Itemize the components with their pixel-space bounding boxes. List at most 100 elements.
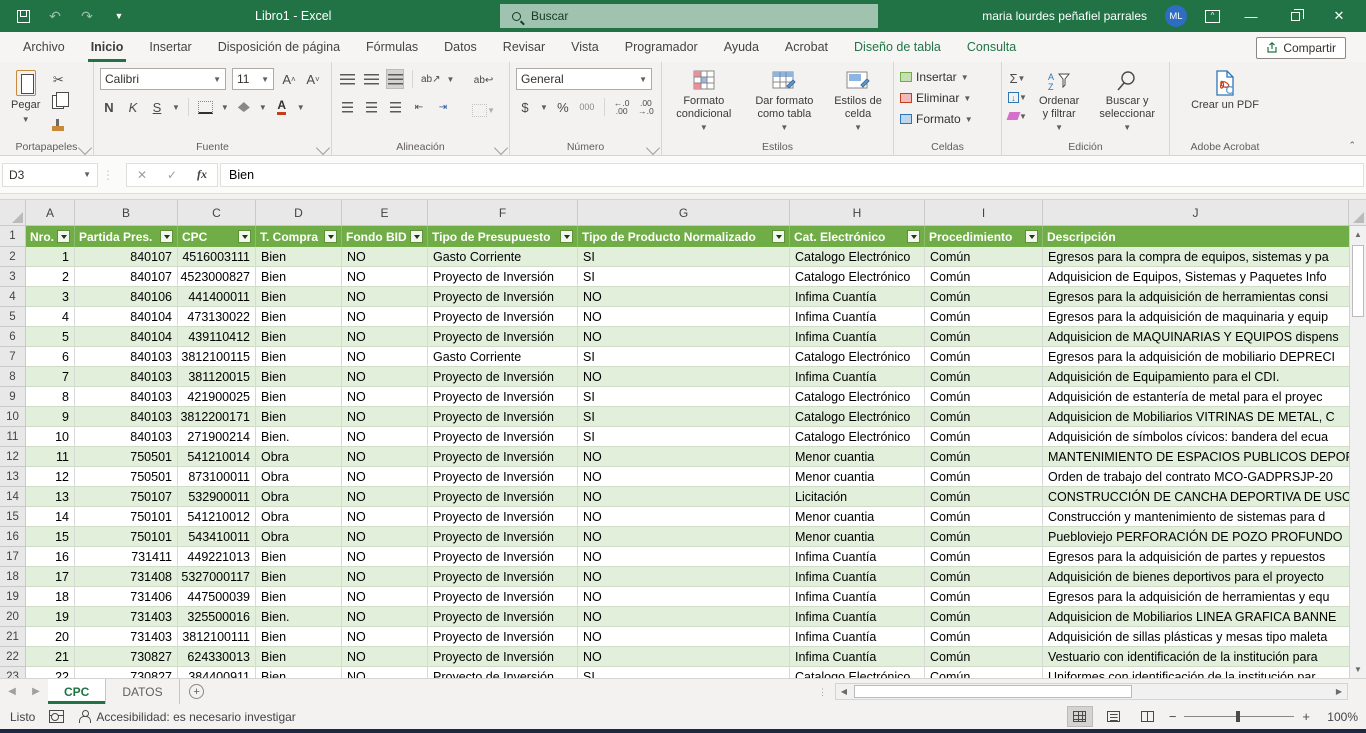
font-name-combo[interactable]: Calibri▼ xyxy=(100,68,226,90)
name-box[interactable]: D3 ▼ xyxy=(2,163,98,187)
cell[interactable]: Adquisicion de MAQUINARIAS Y EQUIPOS dis… xyxy=(1043,327,1366,347)
number-format-combo[interactable]: General▼ xyxy=(516,68,652,90)
column-letter[interactable]: I xyxy=(925,200,1043,225)
find-select-button[interactable]: Buscar y seleccionar▼ xyxy=(1091,66,1163,139)
cell[interactable]: Infima Cuantía xyxy=(790,647,925,667)
cell[interactable]: NO xyxy=(578,647,790,667)
copy-icon[interactable] xyxy=(49,92,67,112)
row-number[interactable]: 12 xyxy=(0,447,26,467)
sheet-nav-right-icon[interactable]: ▶ xyxy=(24,679,48,704)
cell[interactable]: 730827 xyxy=(75,647,178,667)
accessibility-status[interactable]: Accesibilidad: es necesario investigar xyxy=(78,710,295,724)
row-number[interactable]: 2 xyxy=(0,247,26,267)
cell[interactable]: 840104 xyxy=(75,327,178,347)
table-header-cell[interactable]: Fondo BID xyxy=(342,226,428,247)
cell[interactable]: NO xyxy=(342,307,428,327)
cell[interactable]: 731406 xyxy=(75,587,178,607)
column-letter[interactable]: A xyxy=(26,200,75,225)
cell[interactable]: CONSTRUCCIÓN DE CANCHA DEPORTIVA DE USO … xyxy=(1043,487,1366,507)
cell[interactable]: Adquisición de bienes deportivos para el… xyxy=(1043,567,1366,587)
cell[interactable]: Obra xyxy=(256,467,342,487)
wrap-text-icon[interactable]: ab↩ xyxy=(472,70,495,90)
cell[interactable]: 624330013 xyxy=(178,647,256,667)
cell[interactable]: Adquisición de sillas plásticas y mesas … xyxy=(1043,627,1366,647)
cell[interactable]: Bien xyxy=(256,367,342,387)
cell[interactable]: Catalogo Electrónico xyxy=(790,427,925,447)
shrink-font-icon[interactable]: A˅ xyxy=(304,69,322,89)
cell[interactable]: Infima Cuantía xyxy=(790,307,925,327)
cell[interactable]: 20 xyxy=(26,627,75,647)
cell[interactable]: 271900214 xyxy=(178,427,256,447)
cell[interactable]: 441400011 xyxy=(178,287,256,307)
filter-dropdown-icon[interactable] xyxy=(238,230,251,243)
format-painter-icon[interactable] xyxy=(49,114,67,134)
align-middle-icon[interactable] xyxy=(362,69,380,89)
cell[interactable]: 449221013 xyxy=(178,547,256,567)
cell[interactable]: Infima Cuantía xyxy=(790,627,925,647)
cell[interactable]: 750501 xyxy=(75,447,178,467)
cell[interactable]: 730827 xyxy=(75,667,178,678)
cell[interactable]: NO xyxy=(342,627,428,647)
cell[interactable]: Adquisición de símbolos cívicos: bandera… xyxy=(1043,427,1366,447)
table-header-cell[interactable]: Cat. Electrónico xyxy=(790,226,925,247)
zoom-slider[interactable] xyxy=(1184,716,1294,717)
cell[interactable]: Bien xyxy=(256,567,342,587)
cell[interactable]: 840103 xyxy=(75,407,178,427)
cell[interactable]: 840107 xyxy=(75,267,178,287)
cell[interactable]: 15 xyxy=(26,527,75,547)
zoom-level[interactable]: 100% xyxy=(1318,710,1358,724)
cell[interactable]: Gasto Corriente xyxy=(428,347,578,367)
cell[interactable]: Común xyxy=(925,487,1043,507)
cell[interactable]: 8 xyxy=(26,387,75,407)
row-number[interactable]: 23 xyxy=(0,667,26,678)
filter-dropdown-icon[interactable] xyxy=(324,230,337,243)
cell[interactable]: 421900025 xyxy=(178,387,256,407)
cancel-entry-icon[interactable]: ✕ xyxy=(127,168,157,182)
conditional-formatting-button[interactable]: Formato condicional▼ xyxy=(668,66,740,139)
row-number[interactable]: 5 xyxy=(0,307,26,327)
cell[interactable]: NO xyxy=(578,507,790,527)
row-number[interactable]: 9 xyxy=(0,387,26,407)
fill-icon[interactable]: ↓▼ xyxy=(1008,89,1027,105)
cell[interactable]: 840103 xyxy=(75,427,178,447)
cell[interactable]: Común xyxy=(925,627,1043,647)
cell[interactable]: 16 xyxy=(26,547,75,567)
ribbon-tab[interactable]: Fórmulas xyxy=(353,32,431,62)
cell[interactable]: NO xyxy=(342,667,428,678)
cell[interactable]: Común xyxy=(925,327,1043,347)
ribbon-tab[interactable]: Datos xyxy=(431,32,490,62)
cell[interactable]: Egresos para la adquisición de mobiliari… xyxy=(1043,347,1366,367)
table-header-cell[interactable]: Nro. xyxy=(26,226,75,247)
cell[interactable]: Infima Cuantía xyxy=(790,367,925,387)
macro-record-icon[interactable] xyxy=(49,710,64,723)
column-letter[interactable]: H xyxy=(790,200,925,225)
cell[interactable]: NO xyxy=(578,587,790,607)
cell[interactable]: Bien xyxy=(256,667,342,678)
cell[interactable]: Egresos para la compra de equipos, siste… xyxy=(1043,247,1366,267)
avatar[interactable]: ML xyxy=(1165,5,1187,27)
page-layout-view-icon[interactable] xyxy=(1101,706,1127,727)
row-number[interactable]: 7 xyxy=(0,347,26,367)
sort-filter-button[interactable]: AZ Ordenar y filtrar▼ xyxy=(1031,66,1087,139)
cell[interactable]: NO xyxy=(342,407,428,427)
cell[interactable]: NO xyxy=(578,567,790,587)
format-cells-button[interactable]: Formato▼ xyxy=(900,110,995,128)
cell[interactable]: 5327000117 xyxy=(178,567,256,587)
underline-button[interactable]: S xyxy=(148,97,166,117)
cell[interactable]: Común xyxy=(925,367,1043,387)
cell[interactable]: Bien xyxy=(256,547,342,567)
cell[interactable]: 22 xyxy=(26,667,75,678)
horizontal-scroll-thumb[interactable] xyxy=(854,685,1132,698)
cell[interactable]: Egresos para la adquisición de herramien… xyxy=(1043,587,1366,607)
cell[interactable]: Bien xyxy=(256,627,342,647)
cell[interactable]: Menor cuantia xyxy=(790,507,925,527)
cell[interactable]: 7 xyxy=(26,367,75,387)
grow-font-icon[interactable]: A˄ xyxy=(280,69,298,89)
cell[interactable]: Obra xyxy=(256,447,342,467)
cell[interactable]: 2 xyxy=(26,267,75,287)
cell[interactable]: Proyecto de Inversión xyxy=(428,587,578,607)
font-size-combo[interactable]: 11▼ xyxy=(232,68,274,90)
filter-dropdown-icon[interactable] xyxy=(772,230,785,243)
bold-button[interactable]: N xyxy=(100,97,118,117)
cell[interactable]: 9 xyxy=(26,407,75,427)
